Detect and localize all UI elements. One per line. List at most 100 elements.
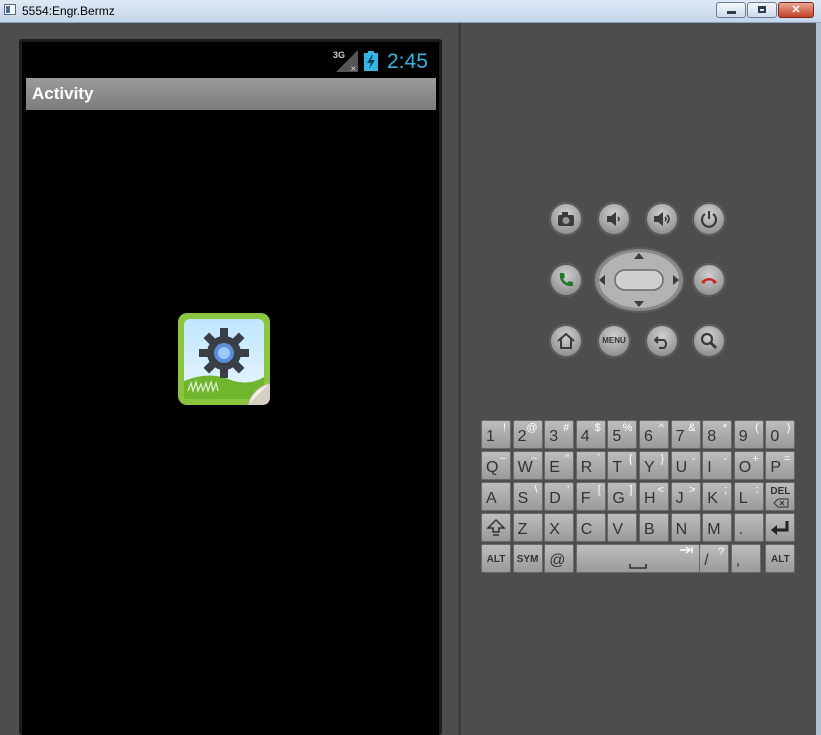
key-i[interactable]: I-	[702, 451, 733, 480]
key-f[interactable]: F[	[575, 482, 606, 511]
key-alt-label: ^	[658, 422, 664, 434]
key-label: S	[517, 490, 529, 507]
key-alt-label: '	[567, 484, 570, 496]
key-0[interactable]: 0)	[765, 420, 796, 449]
key-8[interactable]: 8 *	[702, 420, 733, 449]
menu-button[interactable]: MENU	[597, 324, 631, 358]
enter-icon	[771, 521, 789, 535]
key-b[interactable]: B	[639, 513, 669, 542]
home-button[interactable]	[549, 324, 583, 358]
volume-down-icon	[607, 212, 620, 226]
key-g[interactable]: G]	[607, 482, 638, 511]
power-button[interactable]	[692, 202, 726, 236]
key-m[interactable]: M	[702, 513, 733, 542]
key-3[interactable]: 3 #	[544, 420, 575, 449]
search-icon	[700, 332, 717, 349]
key-4[interactable]: 4 $	[575, 420, 606, 449]
space-tab-icon	[628, 546, 693, 569]
key-h[interactable]: H <	[639, 482, 669, 511]
key-alt-label: -	[691, 453, 696, 465]
device-screen[interactable]: × 3G 2:45 Activity	[22, 42, 439, 735]
key-label: 4	[580, 428, 590, 445]
battery-charging-icon	[364, 51, 378, 71]
close-icon: ✕	[791, 4, 801, 16]
key-slash[interactable]: /?	[699, 544, 730, 573]
volume-up-button[interactable]	[645, 202, 679, 236]
key-label: 5	[612, 428, 622, 445]
maximize-button[interactable]	[747, 2, 777, 18]
minimize-button[interactable]	[716, 2, 746, 18]
settings-gear-icon[interactable]	[178, 313, 270, 405]
key-u[interactable]: U-	[670, 451, 701, 480]
call-icon	[559, 273, 573, 287]
key-e[interactable]: E "	[544, 451, 575, 480]
key-alt-right[interactable]: ALT	[765, 544, 796, 573]
key-alt-label: :	[755, 484, 759, 496]
key-label: 8	[707, 428, 717, 445]
key-alt-label: \	[534, 484, 538, 496]
key-5[interactable]: 5%	[607, 420, 638, 449]
key-7[interactable]: 7 &	[670, 420, 701, 449]
key-del[interactable]: DEL	[765, 482, 796, 511]
key-alt-label: $	[594, 422, 601, 434]
key-v[interactable]: V	[607, 513, 638, 542]
key-label: G	[612, 490, 625, 507]
key-alt-label: [	[597, 484, 601, 496]
key-label: ALT	[771, 554, 790, 565]
key-sym[interactable]: SYM	[512, 544, 543, 573]
key-t[interactable]: T{	[607, 451, 638, 480]
key-label: T	[612, 459, 623, 476]
key-x[interactable]: X	[544, 513, 575, 542]
key-j[interactable]: J >	[670, 482, 701, 511]
key-r[interactable]: R `	[575, 451, 606, 480]
key-n[interactable]: N	[670, 513, 701, 542]
key-alt-label: !	[502, 422, 506, 434]
key-period[interactable]: .	[733, 513, 764, 542]
camera-button[interactable]	[549, 202, 583, 236]
key-6[interactable]: 6 ^	[639, 420, 669, 449]
key-enter[interactable]	[765, 513, 796, 542]
key-label: U	[675, 459, 688, 476]
key-alt-label: }	[660, 453, 664, 465]
key-l[interactable]: L:	[733, 482, 764, 511]
end-call-button[interactable]	[692, 263, 726, 297]
key-1[interactable]: 1!	[481, 420, 511, 449]
key-alt-label: ~	[499, 453, 506, 465]
back-button[interactable]	[645, 324, 679, 358]
key-alt-left[interactable]: ALT	[481, 544, 511, 573]
key-shift[interactable]	[481, 513, 511, 542]
key-alt-label: )	[786, 422, 791, 434]
key-w[interactable]: W ~	[512, 451, 543, 480]
key-o[interactable]: O +	[733, 451, 764, 480]
action-bar: Activity	[26, 78, 436, 110]
status-bar: × 3G 2:45	[22, 42, 439, 78]
dpad[interactable]	[593, 247, 685, 313]
key-label: I	[707, 459, 712, 476]
key-a[interactable]: A	[481, 482, 511, 511]
key-alt-label: #	[563, 422, 570, 434]
key-alt-label: %	[622, 422, 633, 434]
search-button[interactable]	[692, 324, 726, 358]
key-alt-label: `	[597, 453, 601, 465]
key-comma[interactable]: ,	[730, 544, 761, 573]
key-s[interactable]: S \	[512, 482, 543, 511]
network-type: 3G	[333, 50, 346, 60]
key-d[interactable]: D '	[544, 482, 575, 511]
window-titlebar: 5554:Engr.Bermz ✕	[0, 0, 821, 23]
key-k[interactable]: K;	[702, 482, 733, 511]
key-space[interactable]	[575, 544, 700, 573]
key-9[interactable]: 9(	[733, 420, 764, 449]
key-label: Z	[517, 521, 528, 538]
key-2[interactable]: 2 @	[512, 420, 543, 449]
volume-down-button[interactable]	[597, 202, 631, 236]
key-y[interactable]: Y}	[639, 451, 669, 480]
key-c[interactable]: C	[575, 513, 606, 542]
menu-label: MENU	[602, 336, 626, 345]
key-at[interactable]: @	[544, 544, 575, 573]
key-p[interactable]: P =	[765, 451, 796, 480]
key-z[interactable]: Z	[512, 513, 543, 542]
key-q[interactable]: Q ~	[481, 451, 511, 480]
key-label: N	[675, 521, 688, 538]
call-button[interactable]	[549, 263, 583, 297]
close-button[interactable]: ✕	[778, 2, 814, 18]
